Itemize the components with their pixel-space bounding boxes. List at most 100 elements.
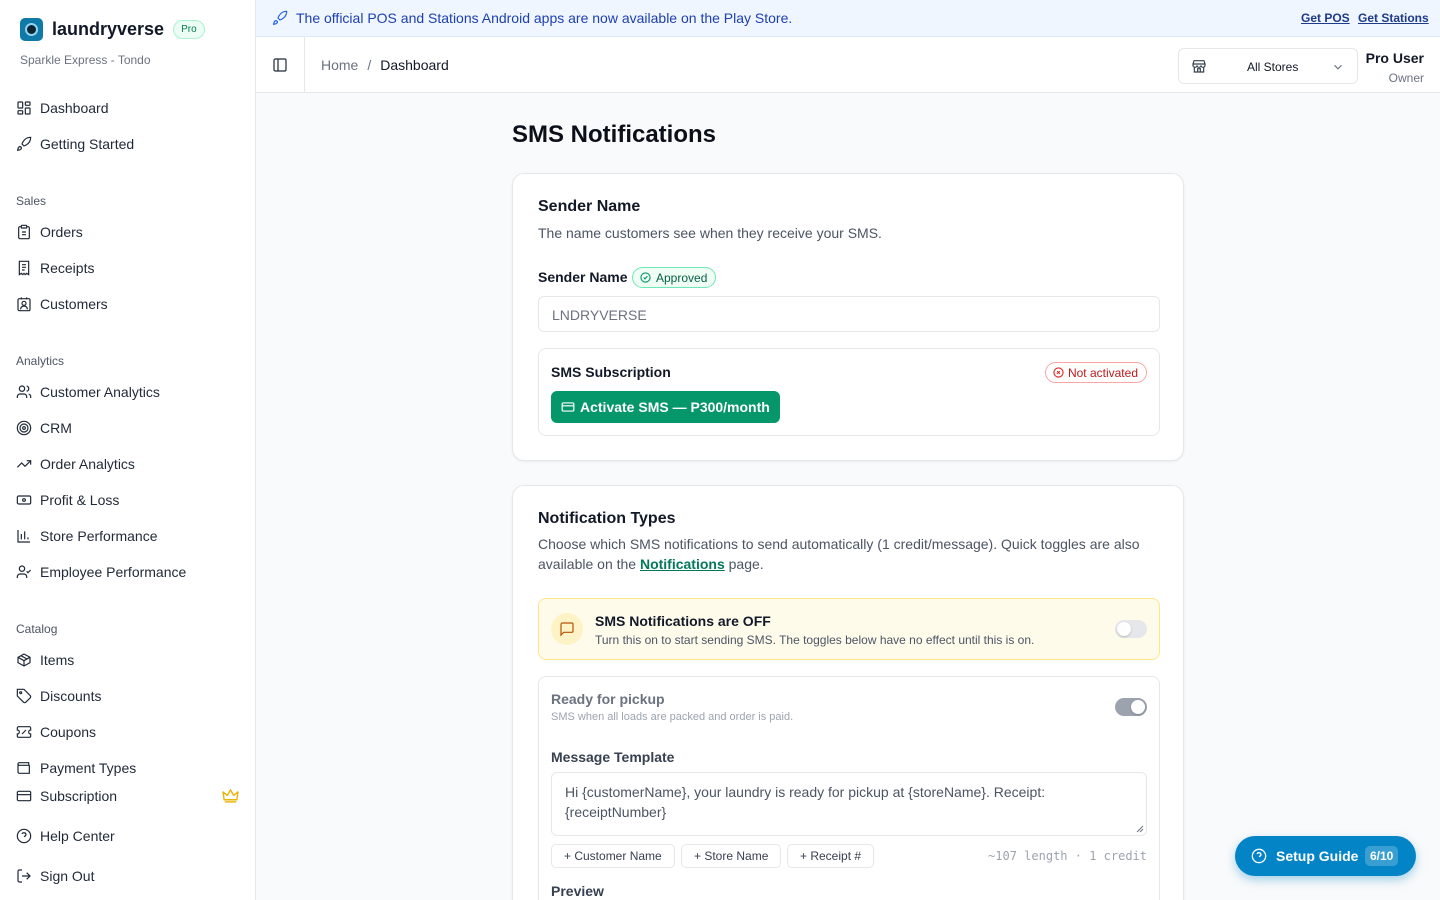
- credit-card-icon: [16, 790, 32, 802]
- clipboard-icon: [18, 224, 30, 240]
- sidebar-toggle-button[interactable]: [256, 37, 305, 93]
- message-length-counter: ~107 length · 1 credit: [988, 849, 1147, 863]
- get-stations-link[interactable]: Get Stations: [1358, 11, 1429, 25]
- sidebar-item-help-center[interactable]: Help Center: [16, 828, 115, 844]
- tag-icon: [16, 688, 32, 704]
- breadcrumb: Home / Dashboard: [321, 57, 449, 73]
- sms-subscription-box: SMS Subscription Not activated Activate …: [538, 348, 1160, 436]
- preview-label: Preview: [551, 883, 604, 899]
- setup-guide-label: Setup Guide: [1276, 848, 1359, 864]
- resize-handle-icon[interactable]: [1136, 825, 1144, 833]
- sidebar-item-dashboard[interactable]: Dashboard: [16, 100, 109, 116]
- sidebar-item-profit-loss[interactable]: Profit & Loss: [16, 492, 119, 508]
- toggle-knob: [1117, 622, 1131, 636]
- sidebar-item-label: Coupons: [40, 724, 97, 740]
- sidebar-item-employee-performance[interactable]: Employee Performance: [16, 564, 186, 580]
- users-icon: [16, 385, 32, 398]
- sidebar-item-label: CRM: [40, 420, 72, 436]
- dashboard-icon: [17, 101, 31, 115]
- sidebar-item-payment-types[interactable]: Payment Types: [16, 760, 136, 776]
- sidebar-item-sign-out[interactable]: Sign Out: [16, 868, 94, 884]
- sidebar-item-store-performance[interactable]: Store Performance: [16, 528, 158, 544]
- toggle-knob: [1131, 700, 1145, 714]
- card-title: Sender Name: [538, 198, 641, 215]
- pickup-toggle[interactable]: [1115, 698, 1147, 716]
- sidebar-item-label: Order Analytics: [40, 456, 135, 472]
- package-icon: [17, 653, 31, 667]
- bar-chart-icon: [17, 530, 30, 543]
- rocket-icon: [16, 136, 32, 152]
- crown-icon: [222, 789, 239, 803]
- current-store-name: Sparkle Express - Tondo: [20, 53, 151, 67]
- banknote-icon: [16, 495, 32, 505]
- credit-card-icon: [561, 402, 575, 412]
- insert-store-name-chip[interactable]: + Store Name: [681, 844, 782, 868]
- sidebar-item-coupons[interactable]: Coupons: [16, 724, 96, 740]
- target-icon: [16, 420, 32, 436]
- sidebar-scroll-clip: Payment Types: [0, 752, 255, 776]
- sidebar-item-customer-analytics[interactable]: Customer Analytics: [16, 384, 160, 400]
- sidebar-item-getting-started[interactable]: Getting Started: [16, 136, 134, 152]
- ticket-icon: [16, 726, 32, 738]
- card-description: Choose which SMS notifications to send a…: [538, 534, 1160, 574]
- sidebar-item-receipts[interactable]: Receipts: [16, 260, 94, 276]
- brand-logo-icon: [20, 18, 43, 41]
- not-activated-badge: Not activated: [1044, 362, 1147, 383]
- breadcrumb-home[interactable]: Home: [321, 57, 358, 73]
- ready-for-pickup-row: Ready for pickup SMS when all loads are …: [538, 676, 1160, 900]
- sidebar-item-label: Customer Analytics: [40, 384, 160, 400]
- wallet-icon: [17, 762, 30, 774]
- message-template-textarea[interactable]: Hi {customerName}, your laundry is ready…: [551, 772, 1147, 836]
- help-icon: [16, 828, 32, 844]
- store-icon: [1192, 60, 1206, 73]
- sidebar-item-label: Sign Out: [40, 868, 95, 884]
- top-header: Home / Dashboard All Stores Pro User Own…: [256, 37, 1440, 93]
- sidebar-item-discounts[interactable]: Discounts: [16, 688, 101, 704]
- sender-name-input[interactable]: LNDRYVERSE: [538, 296, 1160, 332]
- sidebar-item-items[interactable]: Items: [16, 652, 74, 668]
- insert-receipt-number-chip[interactable]: + Receipt #: [787, 844, 875, 868]
- sidebar-item-customers[interactable]: Customers: [16, 296, 108, 312]
- sidebar-item-orders[interactable]: Orders: [16, 224, 83, 240]
- activate-sms-label: Activate SMS — P300/month: [580, 399, 770, 415]
- setup-guide-button[interactable]: Setup Guide 6/10: [1235, 836, 1416, 876]
- notifications-link[interactable]: Notifications: [640, 556, 725, 572]
- sms-master-toggle[interactable]: [1115, 620, 1147, 638]
- sidebar-item-crm[interactable]: CRM: [16, 420, 72, 436]
- breadcrumb-separator: /: [367, 57, 372, 73]
- brand-name: laundryverse: [52, 19, 165, 39]
- check-circle-icon: [640, 272, 651, 283]
- get-pos-link[interactable]: Get POS: [1301, 11, 1350, 25]
- announcement-text: The official POS and Stations Android ap…: [296, 10, 793, 26]
- sidebar-item-subscription[interactable]: Subscription: [16, 788, 117, 804]
- sidebar-item-label: Profit & Loss: [40, 492, 120, 508]
- store-select[interactable]: All Stores: [1178, 48, 1358, 84]
- brand[interactable]: laundryverse Pro: [20, 18, 205, 41]
- sidebar-item-label: Receipts: [40, 260, 95, 276]
- help-circle-icon: [1251, 848, 1267, 864]
- sender-name-card: Sender Name The name customers see when …: [512, 173, 1184, 461]
- activate-sms-button[interactable]: Activate SMS — P300/month: [551, 391, 780, 423]
- insert-customer-name-chip[interactable]: + Customer Name: [551, 844, 675, 868]
- announcement-bar: The official POS and Stations Android ap…: [256, 0, 1440, 37]
- card-title: Notification Types: [538, 510, 676, 527]
- breadcrumb-current: Dashboard: [380, 57, 449, 73]
- user-check-icon: [16, 565, 32, 578]
- sms-subscription-title: SMS Subscription: [551, 364, 671, 380]
- contact-icon: [17, 297, 31, 312]
- pickup-description: SMS when all loads are packed and order …: [551, 711, 794, 723]
- sidebar-item-label: Help Center: [40, 828, 115, 844]
- sidebar-item-label: Store Performance: [40, 528, 158, 544]
- message-square-icon: [560, 622, 574, 637]
- user-name[interactable]: Pro User: [1366, 50, 1424, 66]
- card-description: The name customers see when they receive…: [538, 225, 882, 241]
- sidebar-item-label: Payment Types: [40, 760, 137, 776]
- sidebar-section-catalog: Catalog: [16, 622, 58, 636]
- notification-types-card: Notification Types Choose which SMS noti…: [512, 485, 1184, 900]
- sidebar-item-order-analytics[interactable]: Order Analytics: [16, 456, 135, 472]
- setup-guide-progress: 6/10: [1365, 846, 1399, 866]
- sms-master-description: Turn this on to start sending SMS. The t…: [595, 633, 1035, 647]
- plan-badge: Pro: [173, 20, 205, 39]
- sender-name-label: Sender Name: [538, 269, 628, 285]
- x-circle-icon: [1053, 367, 1064, 378]
